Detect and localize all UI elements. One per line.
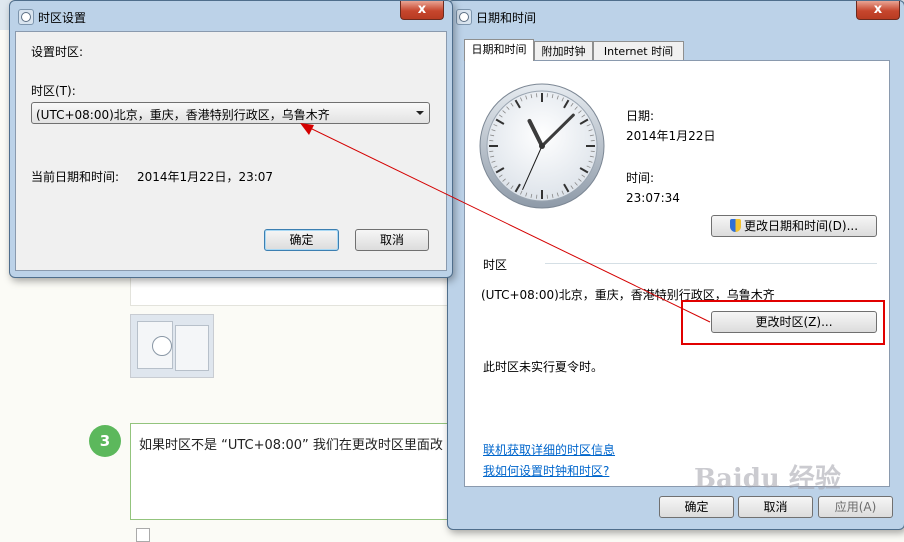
step-number-badge: 3 [89, 425, 121, 457]
tab-label: Internet 时间 [604, 45, 673, 58]
tab-panel: 日期: 2014年1月22日 时间: 23:07:34 更改日期和时间(D)..… [464, 60, 890, 487]
close-button[interactable]: x [400, 1, 444, 20]
apply-button[interactable]: 应用(A) [818, 496, 893, 518]
highlight-box [681, 300, 885, 345]
date-value: 2014年1月22日 [626, 127, 715, 144]
timezone-dialog-title: 时区设置 [38, 9, 86, 26]
apply-label: 应用(A) [835, 500, 877, 514]
current-datetime-value: 2014年1月22日，23:07 [137, 168, 273, 185]
step-text: 如果时区不是 “UTC+08:00” 我们在更改时区里面改 [139, 434, 443, 453]
dst-note: 此时区未实行夏令时。 [483, 358, 603, 375]
timezone-dialog: 时区设置 x 设置时区: 时区(T): (UTC+08:00)北京，重庆，香港特… [9, 0, 453, 278]
cancel-label: 取消 [763, 500, 787, 514]
link-how-to-set-clock[interactable]: 我如何设置时钟和时区? [483, 462, 609, 479]
ok-label: 确定 [684, 500, 708, 514]
tab-additional-clocks[interactable]: 附加时钟 [534, 41, 593, 61]
timezone-group-label: 时区 [483, 256, 507, 273]
thumbnail-clock-icon [152, 336, 172, 356]
cancel-button[interactable]: 取消 [355, 229, 429, 251]
thumbnail-window-left [137, 321, 173, 369]
datetime-window-title: 日期和时间 [476, 9, 536, 26]
clock-app-icon [18, 9, 34, 25]
tab-label: 日期和时间 [472, 43, 527, 56]
date-label: 日期: [626, 107, 654, 124]
timezone-select-value: (UTC+08:00)北京，重庆，香港特别行政区，乌鲁木齐 [36, 106, 330, 123]
tab-date-and-time[interactable]: 日期和时间 [464, 39, 534, 61]
time-label: 时间: [626, 169, 654, 186]
baidu-watermark: Baidu 经验 [694, 458, 841, 495]
clock-center-pin [539, 143, 545, 149]
timezone-dialog-body: 设置时区: 时区(T): (UTC+08:00)北京，重庆，香港特别行政区，乌鲁… [15, 31, 447, 271]
change-date-time-label: 更改日期和时间(D)... [744, 219, 858, 233]
cancel-button[interactable]: 取消 [738, 496, 813, 518]
link-online-timezone-info[interactable]: 联机获取详细的时区信息 [483, 441, 615, 458]
tab-label: 附加时钟 [542, 45, 586, 58]
uac-shield-icon [730, 219, 741, 232]
timezone-select[interactable]: (UTC+08:00)北京，重庆，香港特别行政区，乌鲁木齐 [31, 102, 430, 124]
close-button[interactable]: x [856, 1, 900, 20]
set-timezone-heading: 设置时区: [31, 43, 83, 60]
ok-button[interactable]: 确定 [264, 229, 339, 251]
timezone-field-label: 时区(T): [31, 82, 76, 99]
timezone-dialog-titlebar[interactable]: 时区设置 x [10, 1, 452, 29]
thumbnail-window-right [175, 325, 209, 371]
datetime-titlebar[interactable]: 日期和时间 x [448, 1, 904, 29]
timezone-group-divider [545, 263, 877, 264]
analog-clock [477, 81, 607, 211]
time-value: 23:07:34 [626, 191, 680, 205]
change-date-time-button[interactable]: 更改日期和时间(D)... [711, 215, 877, 237]
close-icon: x [874, 2, 882, 17]
dropdown-arrow-icon [416, 111, 424, 115]
ok-label: 确定 [289, 233, 313, 247]
ok-button[interactable]: 确定 [659, 496, 734, 518]
screenshot-thumbnail[interactable] [130, 314, 214, 378]
tab-internet-time[interactable]: Internet 时间 [593, 41, 684, 61]
current-datetime-label: 当前日期和时间: [31, 168, 119, 185]
datetime-window: 日期和时间 x 日期和时间 附加时钟 Internet 时间 [447, 0, 904, 530]
background-checkbox [136, 528, 150, 542]
cancel-label: 取消 [380, 233, 404, 247]
clock-app-icon [456, 9, 472, 25]
step-text-box: 如果时区不是 “UTC+08:00” 我们在更改时区里面改 [130, 423, 462, 520]
close-icon: x [418, 2, 426, 17]
